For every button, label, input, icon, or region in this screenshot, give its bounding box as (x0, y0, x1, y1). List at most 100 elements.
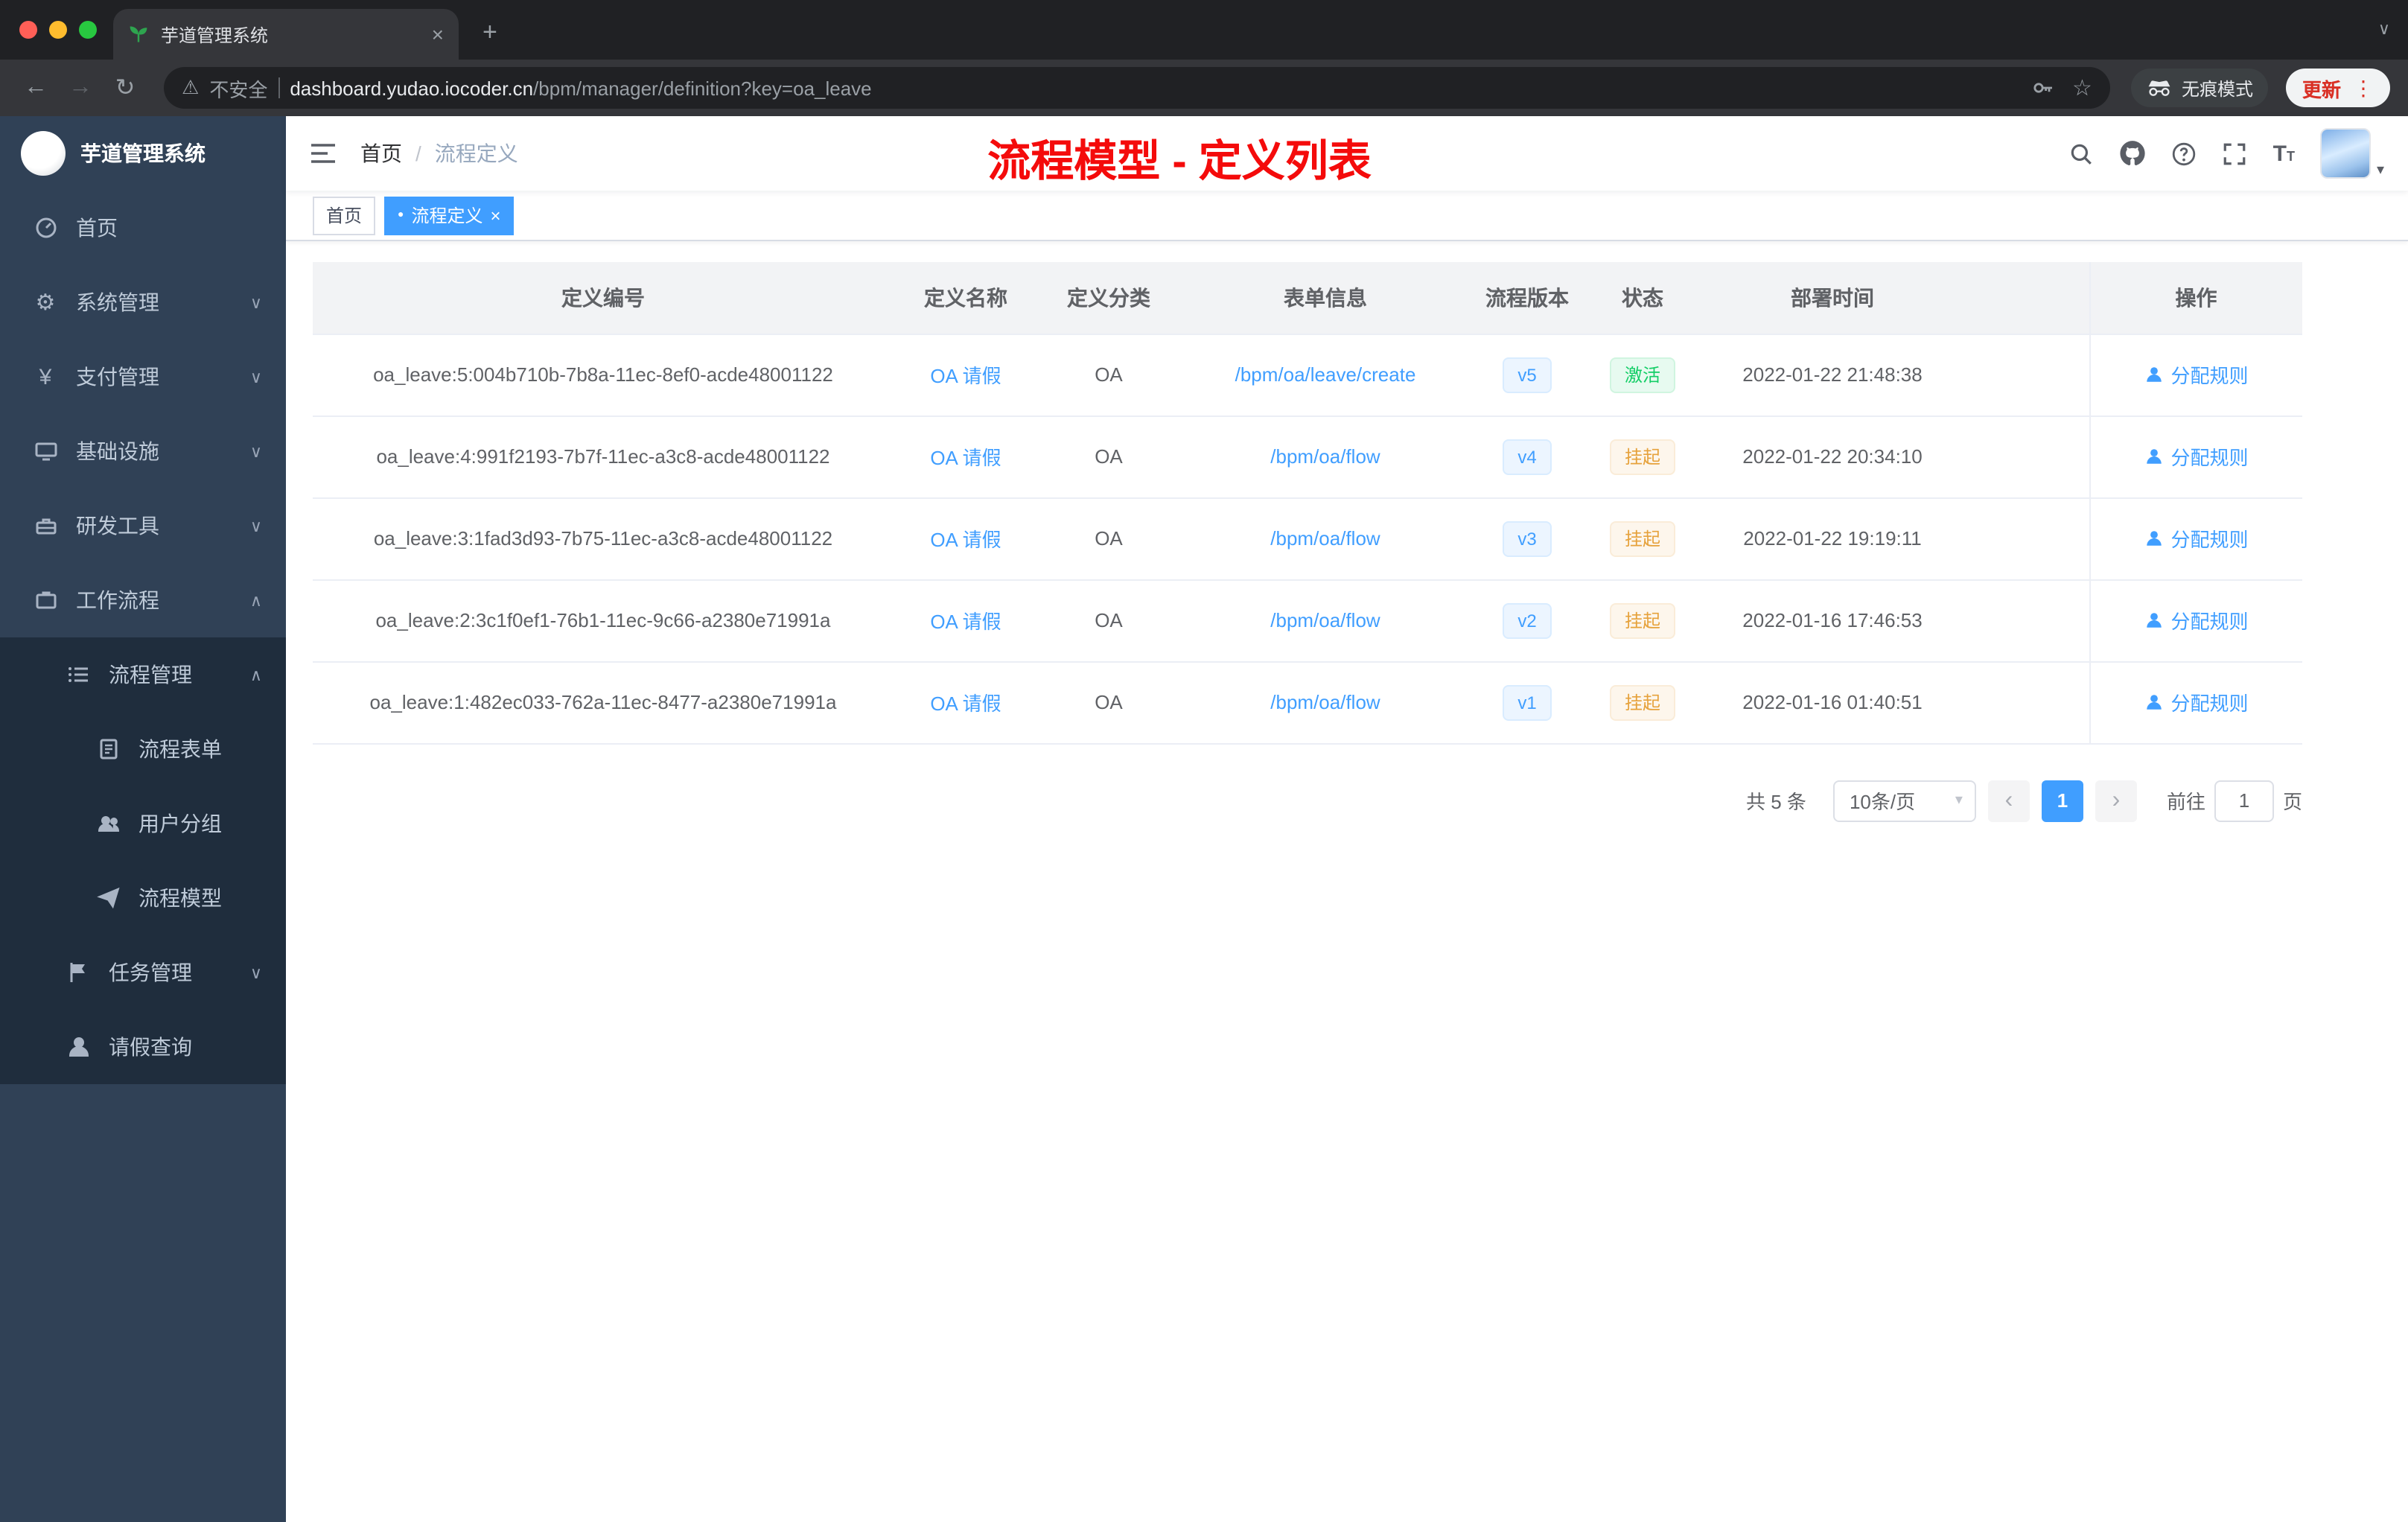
filler-cell (1963, 415, 2089, 498)
sidebar-item-payment[interactable]: ¥ 支付管理 ∨ (0, 340, 286, 414)
definition-name-link[interactable]: OA 请假 (930, 365, 1001, 387)
sidebar-item-process-form[interactable]: 流程表单 (0, 712, 286, 786)
sidebar-item-process-model[interactable]: 流程模型 (0, 861, 286, 935)
search-icon[interactable] (2069, 141, 2095, 166)
breadcrumb-home[interactable]: 首页 (360, 138, 402, 168)
incognito-label: 无痕模式 (2181, 78, 2253, 99)
browser-window: 芋道管理系统 × + ∨ ← → ↻ ⚠ 不安全 dashboard.yudao… (0, 0, 2408, 1522)
tab-close-icon[interactable]: × (432, 22, 444, 46)
form-link[interactable]: /bpm/oa/flow (1270, 609, 1380, 631)
sidebar-item-workflow[interactable]: 工作流程 ∧ (0, 563, 286, 637)
bookmark-star-icon[interactable]: ☆ (2072, 74, 2092, 101)
form-link[interactable]: /bpm/oa/flow (1270, 691, 1380, 713)
avatar[interactable] (2319, 128, 2371, 179)
sidebar-item-leave-query[interactable]: 请假查询 (0, 1010, 286, 1084)
paper-plane-icon (95, 886, 121, 910)
flag-icon (66, 961, 91, 984)
next-page-button[interactable]: › (2095, 780, 2137, 821)
column-header-deploy-time: 部署时间 (1702, 262, 1963, 334)
user-icon (2146, 613, 2162, 628)
chevron-down-icon: ∨ (249, 518, 262, 535)
deploy-time: 2022-01-22 20:34:10 (1702, 415, 1963, 498)
user-menu[interactable]: ▾ (2319, 128, 2384, 179)
security-label[interactable]: 不安全 (209, 74, 267, 102)
browser-tab[interactable]: 芋道管理系统 × (113, 9, 459, 60)
sidebar-logo[interactable]: 芋道管理系统 (0, 116, 286, 191)
definition-name-link[interactable]: OA 请假 (930, 447, 1001, 469)
status-badge: 挂起 (1609, 684, 1675, 720)
sidebar-item-user-group[interactable]: 用户分组 (0, 786, 286, 861)
close-window-button[interactable] (19, 21, 37, 39)
font-size-icon[interactable]: TT (2273, 141, 2295, 166)
assign-rule-link[interactable]: 分配规则 (2144, 360, 2249, 389)
sidebar-item-label: 首页 (76, 216, 118, 240)
form-link[interactable]: /bpm/oa/flow (1270, 445, 1380, 468)
sidebar-item-home[interactable]: 首页 (0, 191, 286, 265)
table-row: oa_leave:2:3c1f0ef1-76b1-11ec-9c66-a2380… (313, 579, 2302, 662)
filler-cell (1963, 579, 2089, 662)
version-badge: v3 (1503, 520, 1552, 556)
fullscreen-icon[interactable] (2223, 141, 2248, 166)
hamburger-icon[interactable] (310, 141, 337, 165)
page-number-button[interactable]: 1 (2041, 780, 2083, 821)
address-bar[interactable]: ⚠ 不安全 dashboard.yudao.iocoder.cn/bpm/man… (164, 67, 2110, 109)
sidebar-item-system[interactable]: ⚙ 系统管理 ∨ (0, 265, 286, 340)
page-size-select[interactable]: 10条/页 ▾ (1832, 780, 1976, 821)
chevron-down-icon: ∨ (249, 964, 262, 982)
sidebar-item-task-management[interactable]: 任务管理 ∨ (0, 935, 286, 1010)
app-root: 芋道管理系统 首页 ⚙ 系统管理 ∨ ¥ 支付管理 ∨ 基础设施 ∨ 研发工具 … (0, 116, 2408, 1522)
tab-overflow-button[interactable]: ∨ (2378, 19, 2390, 39)
status-badge: 挂起 (1609, 520, 1675, 556)
sidebar-item-label: 研发工具 (76, 514, 159, 538)
assign-rule-link[interactable]: 分配规则 (2144, 442, 2249, 471)
chevron-down-icon: ∨ (249, 369, 262, 386)
browser-menu-icon[interactable]: ⋮ (2353, 75, 2374, 101)
new-tab-button[interactable]: + (474, 18, 506, 48)
minimize-window-button[interactable] (49, 21, 67, 39)
assign-rule-link[interactable]: 分配规则 (2144, 606, 2249, 634)
sidebar: 芋道管理系统 首页 ⚙ 系统管理 ∨ ¥ 支付管理 ∨ 基础设施 ∨ 研发工具 … (0, 116, 286, 1522)
status-badge: 挂起 (1609, 602, 1675, 638)
update-chip[interactable]: 更新 ⋮ (2285, 69, 2390, 107)
status-badge: 激活 (1609, 357, 1675, 392)
sidebar-item-label: 流程管理 (109, 663, 192, 687)
user-icon (2146, 695, 2162, 710)
sidebar-item-infrastructure[interactable]: 基础设施 ∨ (0, 414, 286, 488)
forward-icon[interactable]: → (63, 74, 98, 101)
definition-table: 定义编号 定义名称 定义分类 表单信息 流程版本 状态 部署时间 操作 oa_l… (313, 262, 2302, 744)
tag-process-definition[interactable]: ● 流程定义 × (384, 196, 515, 235)
workflow-submenu: 流程管理 ∧ 流程表单 用户分组 流程模型 任务管理 ∨ 请假查询 (0, 637, 286, 1084)
people-icon (95, 812, 121, 835)
version-badge: v1 (1503, 684, 1552, 720)
deploy-time: 2022-01-22 19:19:11 (1702, 497, 1963, 580)
tag-home[interactable]: 首页 (313, 196, 376, 235)
reload-icon[interactable]: ↻ (107, 73, 143, 103)
omnibox-divider (278, 77, 280, 98)
status-badge: 挂起 (1609, 439, 1675, 474)
active-dot-icon: ● (398, 210, 404, 220)
assign-rule-link[interactable]: 分配规则 (2144, 524, 2249, 553)
definition-id: oa_leave:3:1fad3d93-7b75-11ec-a3c8-acde4… (313, 497, 894, 580)
column-header-definition-category: 定义分类 (1038, 262, 1179, 334)
tag-close-icon[interactable]: × (491, 205, 501, 226)
definition-name-link[interactable]: OA 请假 (930, 529, 1001, 551)
filler-cell (1963, 497, 2089, 580)
update-label[interactable]: 更新 (2302, 74, 2341, 102)
help-icon[interactable] (2172, 141, 2197, 166)
browser-tab-strip: 芋道管理系统 × + ∨ (0, 0, 2408, 60)
assign-rule-link[interactable]: 分配规则 (2144, 688, 2249, 716)
sidebar-item-process-management[interactable]: 流程管理 ∧ (0, 637, 286, 712)
github-icon[interactable] (2120, 140, 2147, 167)
prev-page-button[interactable]: ‹ (1987, 780, 2030, 821)
definition-name-link[interactable]: OA 请假 (930, 692, 1001, 715)
form-link[interactable]: /bpm/oa/leave/create (1235, 363, 1416, 386)
key-icon[interactable] (2030, 76, 2054, 100)
definition-id: oa_leave:2:3c1f0ef1-76b1-11ec-9c66-a2380… (313, 579, 894, 662)
goto-page-input[interactable] (2214, 780, 2274, 821)
definition-name-link[interactable]: OA 请假 (930, 611, 1001, 633)
sidebar-item-devtools[interactable]: 研发工具 ∨ (0, 488, 286, 563)
zoom-window-button[interactable] (79, 21, 97, 39)
back-icon[interactable]: ← (18, 74, 54, 101)
sidebar-item-label: 用户分组 (138, 812, 222, 835)
form-link[interactable]: /bpm/oa/flow (1270, 527, 1380, 550)
